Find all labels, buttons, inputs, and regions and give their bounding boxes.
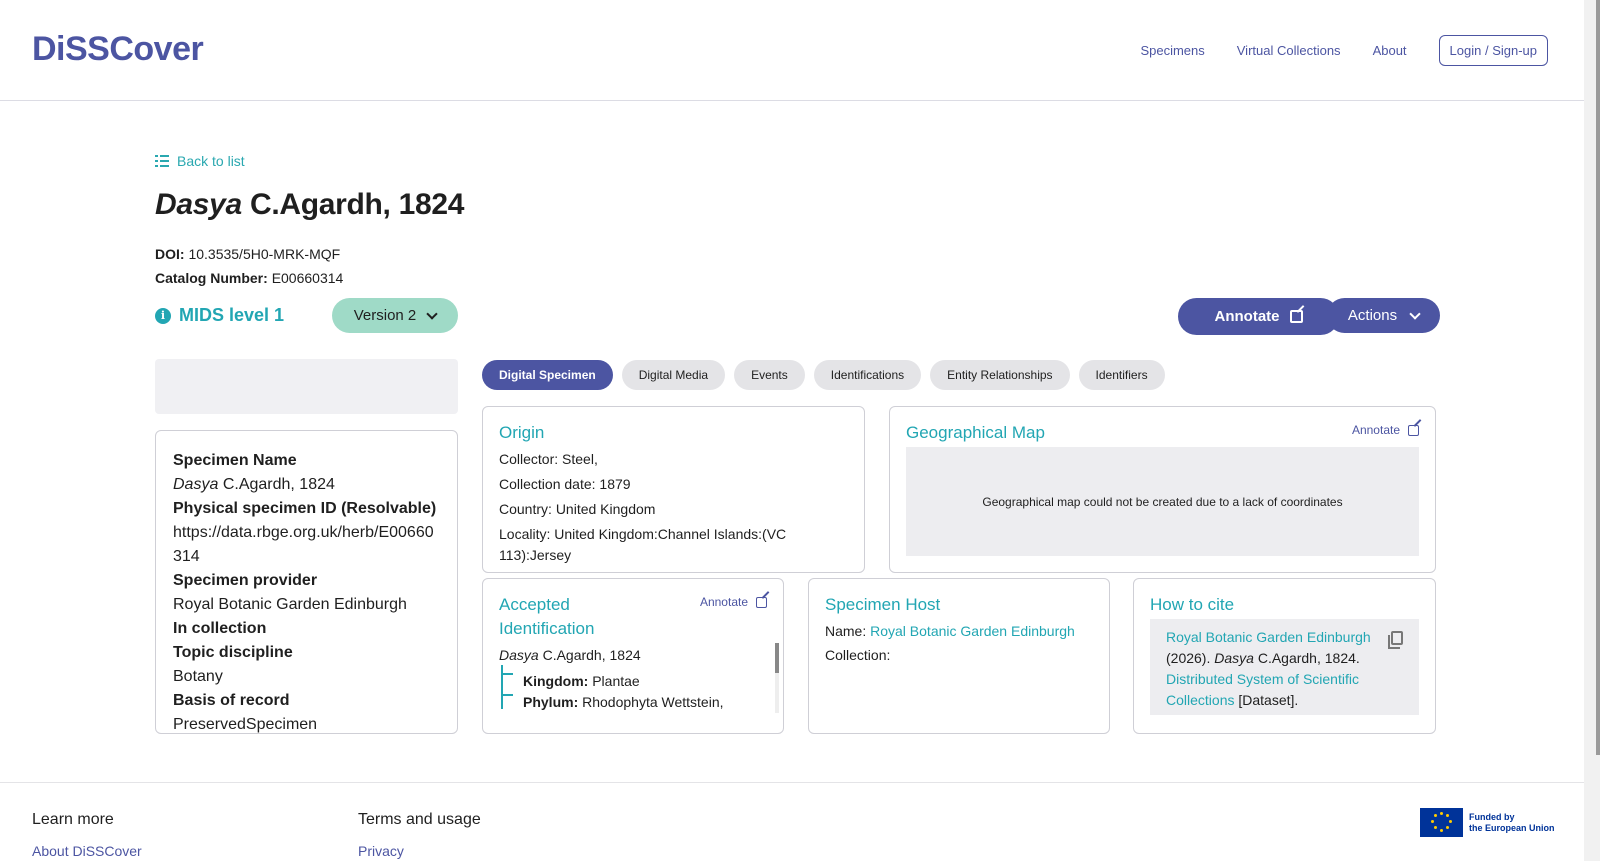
nav-virtual-collections[interactable]: Virtual Collections bbox=[1237, 43, 1341, 58]
tab-events[interactable]: Events bbox=[734, 360, 805, 390]
summary-value: Dasya C.Agardh, 1824 bbox=[173, 476, 335, 493]
mids-label: MIDS level 1 bbox=[179, 305, 285, 325]
doi-label: DOI: bbox=[155, 246, 185, 262]
identification-scrollbar[interactable] bbox=[775, 643, 779, 713]
summary-label: Basis of record bbox=[173, 692, 290, 709]
accepted-identification-card: Accepted Identification Annotate Dasya C… bbox=[482, 578, 784, 734]
taxonomy-tree-line bbox=[501, 665, 513, 709]
tab-digital-media[interactable]: Digital Media bbox=[621, 360, 726, 390]
summary-label: Specimen provider bbox=[173, 572, 318, 589]
citation-year: (2026). bbox=[1166, 650, 1211, 666]
site-logo[interactable]: DiSSCover bbox=[32, 30, 204, 69]
eu-funding-text: Funded by the European Union bbox=[1469, 811, 1555, 833]
actions-dropdown[interactable]: Actions bbox=[1327, 298, 1440, 333]
citation-genus: Dasya bbox=[1214, 650, 1254, 666]
page-scrollbar-thumb[interactable] bbox=[1596, 0, 1600, 755]
footer-terms: Terms and usage bbox=[358, 811, 481, 828]
host-name-row: Name: Royal Botanic Garden Edinburgh bbox=[825, 623, 1075, 639]
specimen-host-card: Specimen Host Name: Royal Botanic Garden… bbox=[808, 578, 1110, 734]
summary-value: https://data.rbge.org.uk/herb/E00660314 bbox=[173, 524, 434, 565]
citation-author: C.Agardh, 1824. bbox=[1257, 650, 1360, 666]
geo-map-annotate-link[interactable]: Annotate bbox=[1352, 423, 1419, 437]
host-collection-row: Collection: bbox=[825, 647, 891, 663]
footer-about-link[interactable]: About DiSSCover bbox=[32, 843, 142, 859]
kingdom-row: Kingdom: Plantae bbox=[523, 673, 640, 689]
identification-name: Dasya C.Agardh, 1824 bbox=[499, 647, 641, 663]
nav-about[interactable]: About bbox=[1373, 43, 1407, 58]
catalog-value: E00660314 bbox=[271, 270, 344, 286]
site-header: DiSSCover Specimens Virtual Collections … bbox=[0, 0, 1584, 101]
summary-label: Topic discipline bbox=[173, 644, 293, 661]
identification-annotate-link[interactable]: Annotate bbox=[700, 595, 767, 609]
annotate-button[interactable]: Annotate bbox=[1178, 298, 1339, 335]
tab-identifiers[interactable]: Identifiers bbox=[1078, 360, 1165, 390]
citation-provider-link[interactable]: Royal Botanic Garden Edinburgh bbox=[1166, 629, 1371, 645]
origin-locality: Locality: United Kingdom:Channel Islands… bbox=[499, 526, 787, 563]
doi-line: DOI: 10.3535/5H0-MRK-MQF bbox=[155, 246, 340, 262]
annotate-label: Annotate bbox=[699, 595, 748, 609]
origin-title: Origin bbox=[499, 423, 545, 442]
phylum-row: Phylum: Rhodophyta Wettstein, bbox=[523, 694, 724, 710]
citation-dataset: [Dataset]. bbox=[1238, 692, 1299, 708]
summary-label: Specimen Name bbox=[173, 452, 297, 469]
taxonomy-tree: Kingdom: Plantae Phylum: Rhodophyta Wett… bbox=[523, 671, 724, 713]
geo-map-area: Geographical map could not be created du… bbox=[906, 447, 1419, 556]
specimen-host-title: Specimen Host bbox=[825, 595, 941, 614]
version-label: Version 2 bbox=[353, 307, 417, 324]
catalog-label: Catalog Number: bbox=[155, 270, 268, 286]
version-select[interactable]: Version 2 bbox=[332, 298, 458, 333]
citation-box: Royal Botanic Garden Edinburgh (2026). D… bbox=[1150, 619, 1419, 715]
specimen-summary: Specimen Name Dasya C.Agardh, 1824 Physi… bbox=[155, 430, 458, 734]
edit-icon bbox=[756, 596, 767, 608]
geo-map-card: Geographical Map Annotate Geographical m… bbox=[889, 406, 1436, 573]
origin-country: Country: United Kingdom bbox=[499, 501, 656, 517]
summary-value: PreservedSpecimen bbox=[173, 716, 318, 733]
origin-date: Collection date: 1879 bbox=[499, 476, 631, 492]
origin-card: Origin Collector: Steel, Collection date… bbox=[482, 406, 865, 573]
summary-label: In collection bbox=[173, 620, 267, 637]
summary-value: Royal Botanic Garden Edinburgh bbox=[173, 596, 407, 613]
specimen-tabs: Digital Specimen Digital Media Events Id… bbox=[482, 360, 1165, 390]
info-icon: i bbox=[155, 307, 171, 324]
chevron-down-icon bbox=[1409, 307, 1421, 320]
mids-level[interactable]: i MIDS level 1 bbox=[155, 305, 284, 326]
accepted-identification-title: Accepted Identification bbox=[499, 595, 595, 638]
title-genus: Dasya bbox=[155, 188, 242, 221]
footer-privacy-link[interactable]: Privacy bbox=[358, 843, 404, 859]
tab-entity-relationships[interactable]: Entity Relationships bbox=[930, 360, 1070, 390]
actions-label: Actions bbox=[1347, 307, 1398, 324]
copy-icon[interactable] bbox=[1388, 631, 1403, 649]
login-button[interactable]: Login / Sign-up bbox=[1438, 35, 1548, 66]
geo-map-title: Geographical Map bbox=[906, 423, 1045, 442]
eu-flag-icon bbox=[1420, 808, 1463, 837]
site-footer: Learn more About DiSSCover Terms and usa… bbox=[0, 782, 1584, 861]
how-to-cite-title: How to cite bbox=[1150, 595, 1235, 614]
tab-digital-specimen[interactable]: Digital Specimen bbox=[482, 360, 613, 390]
host-name-link[interactable]: Royal Botanic Garden Edinburgh bbox=[870, 623, 1075, 639]
annotate-label: Annotate bbox=[1214, 308, 1280, 325]
edit-icon bbox=[1289, 310, 1303, 323]
tab-identifications[interactable]: Identifications bbox=[813, 360, 922, 390]
annotate-label: Annotate bbox=[1351, 423, 1400, 437]
list-icon bbox=[155, 155, 169, 167]
summary-value: Botany bbox=[173, 668, 223, 685]
title-author: C.Agardh, 1824 bbox=[249, 188, 465, 221]
main-nav: Specimens Virtual Collections About Logi… bbox=[1140, 35, 1548, 66]
footer-learn-more: Learn more bbox=[32, 811, 114, 828]
geo-map-message: Geographical map could not be created du… bbox=[982, 494, 1343, 509]
eu-funding-logo: Funded by the European Union bbox=[1420, 808, 1555, 837]
specimen-image-placeholder bbox=[155, 359, 458, 414]
chevron-down-icon bbox=[426, 307, 438, 320]
page-title: Dasya C.Agardh, 1824 bbox=[155, 188, 464, 222]
how-to-cite-card: How to cite Royal Botanic Garden Edinbur… bbox=[1133, 578, 1436, 734]
catalog-line: Catalog Number: E00660314 bbox=[155, 270, 343, 286]
summary-label: Physical specimen ID (Resolvable) bbox=[173, 500, 437, 517]
edit-icon bbox=[1408, 424, 1419, 436]
nav-specimens[interactable]: Specimens bbox=[1140, 43, 1204, 58]
back-to-list-link[interactable]: Back to list bbox=[155, 153, 245, 169]
doi-value: 10.3535/5H0-MRK-MQF bbox=[188, 246, 341, 262]
back-to-list-label: Back to list bbox=[177, 153, 245, 169]
origin-collector: Collector: Steel, bbox=[499, 451, 598, 467]
